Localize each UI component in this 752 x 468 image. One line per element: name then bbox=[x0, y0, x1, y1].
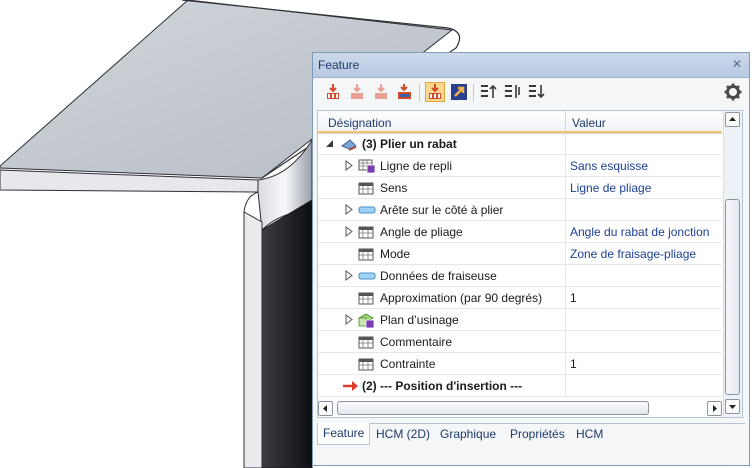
row-label: Plan d’usinage bbox=[380, 313, 459, 327]
column-header-valeur[interactable]: Valeur bbox=[572, 116, 606, 130]
tab-feature[interactable]: Feature bbox=[317, 423, 371, 445]
tree-row-arete[interactable]: Arête sur le côté à plier bbox=[318, 199, 722, 221]
tree-row-sens[interactable]: Sens Ligne de pliage bbox=[318, 177, 722, 199]
tree-row-mode[interactable]: Mode Zone de fraisage-pliage bbox=[318, 243, 722, 265]
row-label: Sens bbox=[380, 181, 408, 195]
row-value[interactable]: 1 bbox=[570, 357, 577, 371]
column-divider bbox=[565, 177, 566, 199]
row-label: Commentaire bbox=[380, 335, 453, 349]
part-flange-curl bbox=[243, 191, 259, 213]
move-sort-icon[interactable] bbox=[503, 82, 523, 102]
grid-param-icon bbox=[358, 182, 374, 195]
row-value[interactable]: Angle du rabat de jonction bbox=[570, 225, 709, 239]
collapsed-triangle-icon[interactable] bbox=[344, 270, 354, 281]
tree-row-approximation[interactable]: Approximation (par 90 degrés) 1 bbox=[318, 287, 722, 309]
column-divider bbox=[565, 199, 566, 221]
row-value[interactable]: Sans esquisse bbox=[570, 159, 648, 173]
feature-tree-table: Désignation Valeur (3) Plier un rabat Li… bbox=[317, 110, 743, 418]
panel-title: Feature bbox=[318, 58, 360, 72]
tree-row-donnees-de-fraiseuse[interactable]: Données de fraiseuse bbox=[318, 265, 722, 287]
feature-recalculate-icon[interactable] bbox=[395, 82, 415, 102]
column-divider bbox=[565, 287, 566, 309]
edge-icon bbox=[358, 206, 376, 214]
toolbar-separator bbox=[419, 84, 420, 102]
move-up-icon[interactable] bbox=[479, 82, 499, 102]
tree-row-ligne-de-repli[interactable]: Ligne de repli Sans esquisse bbox=[318, 155, 722, 177]
part-flange-edge[interactable] bbox=[243, 211, 263, 468]
collapsed-triangle-icon[interactable] bbox=[344, 204, 354, 215]
row-label: Ligne de repli bbox=[380, 159, 453, 173]
row-label: Arête sur le côté à plier bbox=[380, 203, 504, 217]
column-divider bbox=[565, 221, 566, 243]
collapsed-triangle-icon[interactable] bbox=[344, 160, 354, 171]
horizontal-scroll-thumb[interactable] bbox=[337, 401, 649, 415]
tree-row-position-insertion[interactable]: (2) --- Position d'insertion --- bbox=[318, 375, 722, 397]
column-divider bbox=[565, 309, 566, 331]
settings-gear-icon[interactable] bbox=[723, 82, 743, 102]
table-header: Désignation Valeur bbox=[318, 111, 722, 134]
edge-icon bbox=[358, 272, 376, 280]
expanded-triangle-icon[interactable] bbox=[325, 138, 335, 149]
part-side-face[interactable] bbox=[261, 199, 313, 468]
collapsed-triangle-icon[interactable] bbox=[344, 226, 354, 237]
tree-row-angle-de-pliage[interactable]: Angle de pliage Angle du rabat de joncti… bbox=[318, 221, 722, 243]
column-divider bbox=[565, 133, 566, 155]
feature-execute-icon[interactable] bbox=[323, 82, 343, 102]
feature-panel: Feature ✕ Désignation Valeur (3) Plier u… bbox=[312, 52, 750, 466]
tab-hcm[interactable]: HCM bbox=[571, 424, 608, 444]
grid-sketch-icon bbox=[358, 159, 376, 174]
column-divider bbox=[565, 353, 566, 375]
grid-param-icon bbox=[358, 292, 374, 305]
grid-param-icon bbox=[358, 226, 374, 239]
grid-param-icon bbox=[358, 358, 374, 371]
scroll-up-button[interactable] bbox=[725, 112, 740, 127]
row-label: (2) --- Position d'insertion --- bbox=[362, 379, 523, 393]
tab-hcm-2d[interactable]: HCM (2D) bbox=[371, 424, 435, 444]
sheet-bend-icon bbox=[341, 139, 357, 151]
column-divider[interactable] bbox=[565, 111, 566, 133]
scroll-right-button[interactable] bbox=[707, 401, 722, 416]
row-value[interactable]: Ligne de pliage bbox=[570, 181, 651, 195]
horizontal-scrollbar[interactable] bbox=[317, 399, 743, 417]
column-divider bbox=[565, 331, 566, 353]
column-divider bbox=[565, 243, 566, 265]
grid-param-icon bbox=[358, 336, 374, 349]
grid-param-icon bbox=[358, 248, 374, 261]
row-label: Approximation (par 90 degrés) bbox=[380, 291, 543, 305]
tree-row-commentaire[interactable]: Commentaire bbox=[318, 331, 722, 353]
panel-tabs: Feature HCM (2D) Graphique Propriétés HC… bbox=[317, 423, 745, 446]
tab-proprietes[interactable]: Propriétés bbox=[505, 424, 570, 444]
feature-active-icon[interactable] bbox=[425, 82, 445, 102]
vertical-scrollbar[interactable] bbox=[723, 111, 742, 417]
move-down-icon[interactable] bbox=[527, 82, 547, 102]
toolbar-separator bbox=[473, 84, 474, 102]
row-value[interactable]: 1 bbox=[570, 291, 577, 305]
tree-row-contrainte[interactable]: Contrainte 1 bbox=[318, 353, 722, 375]
row-label: Contrainte bbox=[380, 357, 436, 371]
row-label: Angle de pliage bbox=[380, 225, 463, 239]
tree-row-plier-un-rabat[interactable]: (3) Plier un rabat bbox=[318, 133, 722, 155]
feature-execute-until-icon[interactable] bbox=[347, 82, 367, 102]
row-label: Données de fraiseuse bbox=[380, 269, 497, 283]
tab-graphique[interactable]: Graphique bbox=[435, 424, 501, 444]
feature-execute-next-icon[interactable] bbox=[371, 82, 391, 102]
vertical-scroll-thumb[interactable] bbox=[725, 199, 740, 395]
feature-toolbar bbox=[313, 78, 749, 108]
column-header-designation[interactable]: Désignation bbox=[328, 116, 391, 130]
row-label: Mode bbox=[380, 247, 411, 261]
red-arrow-icon bbox=[343, 381, 358, 391]
panel-titlebar[interactable]: Feature ✕ bbox=[313, 53, 749, 78]
feature-link-icon[interactable] bbox=[449, 82, 469, 102]
row-label: (3) Plier un rabat bbox=[362, 137, 457, 151]
row-value[interactable]: Zone de fraisage-pliage bbox=[570, 247, 696, 261]
close-icon[interactable]: ✕ bbox=[729, 56, 745, 72]
collapsed-triangle-icon[interactable] bbox=[344, 314, 354, 325]
column-divider bbox=[565, 265, 566, 287]
machining-plane-icon bbox=[358, 313, 375, 328]
tree-row-plan-usinage[interactable]: Plan d’usinage bbox=[318, 309, 722, 331]
column-divider bbox=[565, 375, 566, 397]
scroll-left-button[interactable] bbox=[318, 401, 333, 416]
column-divider bbox=[565, 155, 566, 177]
